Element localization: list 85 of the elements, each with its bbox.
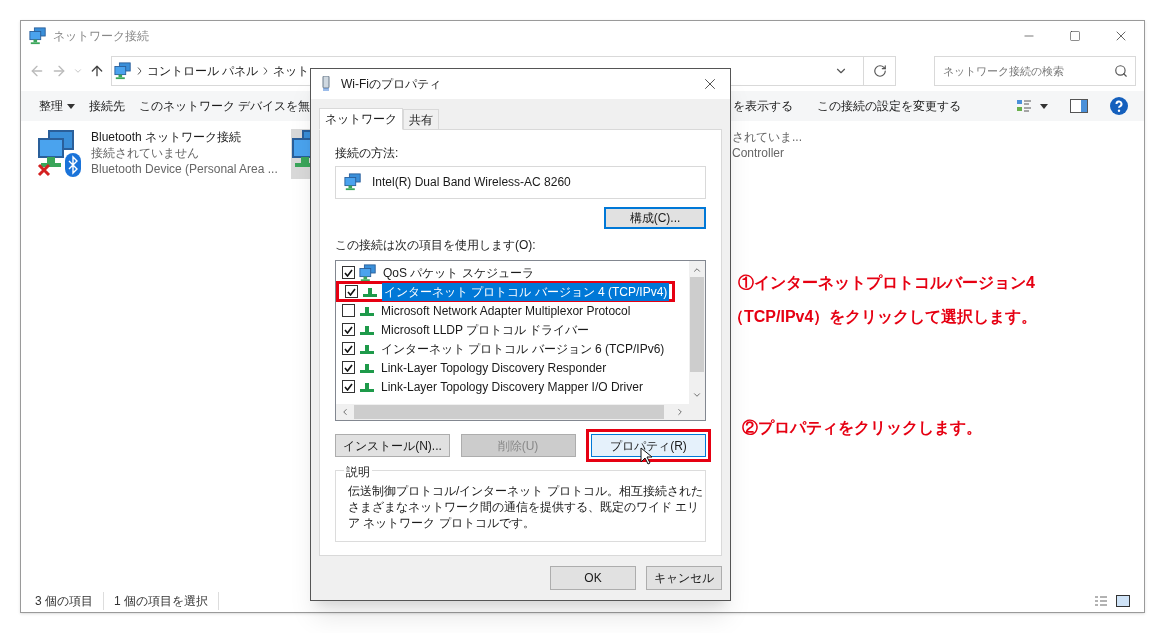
status-text: 3 個の項目 <box>35 592 104 610</box>
protocol-icon <box>359 323 375 336</box>
connection-status: されていま... <box>732 129 802 145</box>
toolbar-button[interactable]: この接続の設定を変更する <box>817 97 961 115</box>
wifi-adapter-icon <box>321 76 331 92</box>
network-adapter-icon[interactable] <box>291 129 311 179</box>
tab[interactable]: ネットワーク <box>319 108 403 130</box>
dialog-title: Wi-Fiのプロパティ <box>341 76 441 93</box>
toolbar-button[interactable]: このネットワーク デバイスを無 <box>139 97 311 115</box>
breadcrumb-item[interactable]: コントロール パネル <box>147 62 259 80</box>
vertical-scrollbar[interactable] <box>689 261 705 404</box>
search-field[interactable]: ネットワーク接続の検索 <box>934 56 1136 86</box>
protocol-icon <box>359 380 375 393</box>
refresh-icon <box>872 64 887 78</box>
network-adapter-icon <box>344 173 362 191</box>
network-folder-icon <box>29 27 47 45</box>
component-row[interactable]: インターネット プロトコル バージョン 4 (TCP/IPv4) <box>336 281 676 302</box>
protocol-icon <box>362 285 378 298</box>
checkbox[interactable] <box>342 304 355 317</box>
annotation-text: ②プロパティをクリックします。 <box>742 418 982 438</box>
annotation-text: ①インターネットプロトコルバージョン4 <box>738 273 1035 293</box>
connection-name: Bluetooth ネットワーク接続 <box>91 129 243 145</box>
network-folder-icon <box>114 62 132 80</box>
up-button[interactable] <box>89 63 105 79</box>
horizontal-scrollbar[interactable] <box>336 404 705 420</box>
action-button[interactable]: インストール(N)... <box>335 434 450 457</box>
device-name: Bluetooth Device (Personal Area ... <box>91 161 278 177</box>
field-label: 接続の方法: <box>335 145 400 162</box>
scroll-right-icon[interactable] <box>675 407 685 417</box>
dropdown-icon <box>67 103 75 109</box>
device-name: Controller <box>732 145 786 161</box>
group-label: 説明 <box>344 463 372 481</box>
breadcrumb-item[interactable]: ネット <box>273 62 310 80</box>
component-label: QoS パケット スケジューラ <box>382 264 535 282</box>
field-label: この接続は次の項目を使用します(O): <box>335 237 537 254</box>
chevron-icon <box>263 67 269 75</box>
ok-button[interactable]: OK <box>550 566 636 590</box>
checkbox[interactable] <box>342 380 355 393</box>
component-label: インターネット プロトコル バージョン 6 (TCP/IPv6) <box>380 340 666 358</box>
component-row[interactable]: QoS パケット スケジューラ <box>336 263 539 282</box>
component-label: Link-Layer Topology Discovery Responder <box>380 359 608 377</box>
protocol-icon <box>359 361 375 374</box>
maximize-icon <box>1069 30 1081 42</box>
configure-button[interactable]: 構成(C)... <box>604 207 706 229</box>
scroll-up-icon[interactable] <box>692 265 702 275</box>
toolbar-button[interactable]: 整理 <box>39 97 75 115</box>
component-row[interactable]: Link-Layer Topology Discovery Responder <box>336 358 612 377</box>
annotation-text: （TCP/IPv4）をクリックして選択します。 <box>728 307 1038 327</box>
scroll-left-icon[interactable] <box>340 407 350 417</box>
dropdown-icon <box>1040 103 1048 109</box>
component-row[interactable]: Microsoft Network Adapter Multiplexor Protocol <box>336 301 636 320</box>
component-row[interactable]: インターネット プロトコル バージョン 6 (TCP/IPv6) <box>336 339 670 358</box>
description-text: 伝送制御プロトコル/インターネット プロトコル。相互接続されたさまざまなネットワーク間の通信を提供する、既定のワイド エリア ネットワーク プロトコルです。 <box>348 483 703 531</box>
status-text: 1 個の項目を選択 <box>114 592 220 610</box>
action-button[interactable]: プロパティ(R) <box>591 434 706 457</box>
tab[interactable]: 共有 <box>403 109 439 129</box>
component-row[interactable]: Link-Layer Topology Discovery Mapper I/O Driver <box>336 377 648 396</box>
checkbox[interactable] <box>342 361 355 374</box>
toolbar-button[interactable]: を表示する <box>733 97 793 115</box>
toolbar-button[interactable]: 接続先 <box>89 97 125 115</box>
preview-pane-button[interactable] <box>1070 99 1088 113</box>
checkbox[interactable] <box>342 266 355 279</box>
protocol-icon <box>359 342 375 355</box>
cancel-button[interactable]: キャンセル <box>646 566 722 590</box>
protocol-icon <box>359 304 375 317</box>
help-icon[interactable] <box>1110 97 1128 115</box>
component-label: インターネット プロトコル バージョン 4 (TCP/IPv4) <box>382 282 670 301</box>
scroll-down-icon[interactable] <box>692 390 702 400</box>
component-label: Microsoft LLDP プロトコル ドライバー <box>380 321 591 339</box>
network-adapter-icon[interactable] <box>37 129 81 179</box>
component-row[interactable]: Microsoft LLDP プロトコル ドライバー <box>336 320 595 339</box>
component-label: Microsoft Network Adapter Multiplexor Protocol <box>380 302 632 320</box>
large-icons-view-icon[interactable] <box>1116 595 1130 607</box>
checkbox[interactable] <box>342 342 355 355</box>
checkbox[interactable] <box>342 323 355 336</box>
adapter-name: Intel(R) Dual Band Wireless-AC 8260 <box>372 174 571 191</box>
window-title: ネットワーク接続 <box>53 28 149 45</box>
network-service-icon <box>359 263 377 282</box>
search-icon <box>1114 64 1128 78</box>
connection-status: 接続されていません <box>91 145 200 161</box>
chevron-icon <box>137 67 142 75</box>
view-options-button[interactable] <box>1016 98 1048 114</box>
checkbox[interactable] <box>345 285 358 298</box>
component-label: Link-Layer Topology Discovery Mapper I/O Driver <box>380 378 644 396</box>
details-view-icon <box>1016 98 1032 114</box>
